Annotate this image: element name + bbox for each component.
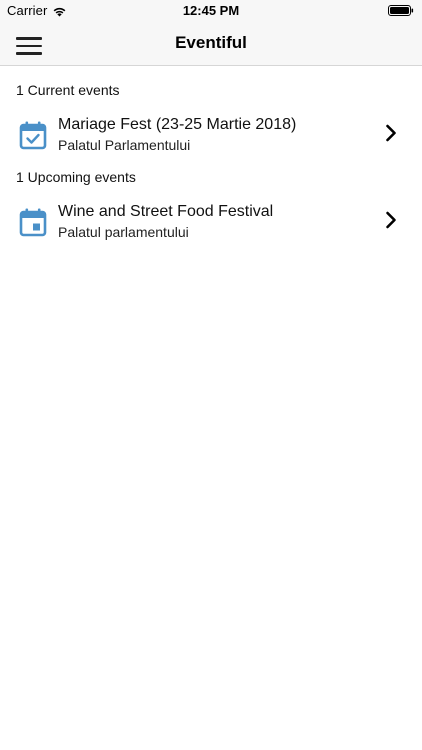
section-header-upcoming: 1 Upcoming events <box>16 169 136 185</box>
calendar-check-icon <box>19 121 47 150</box>
section-header-current: 1 Current events <box>16 82 120 98</box>
chevron-right-icon <box>386 124 396 142</box>
list-item-event-mariage-fest[interactable]: Mariage Fest (23-25 Martie 2018) Palatul… <box>0 116 422 168</box>
event-title: Mariage Fest (23-25 Martie 2018) <box>58 116 297 133</box>
event-location: Palatul parlamentului <box>58 224 189 240</box>
battery-icon <box>388 5 414 16</box>
event-title: Wine and Street Food Festival <box>58 203 274 220</box>
navigation-bar: Eventiful <box>0 22 422 66</box>
calendar-today-icon <box>19 208 47 237</box>
list-item-event-wine-festival[interactable]: Wine and Street Food Festival Palatul pa… <box>0 203 422 255</box>
status-bar: Carrier 12:45 PM <box>0 0 422 22</box>
status-time: 12:45 PM <box>182 3 240 18</box>
event-location: Palatul Parlamentului <box>58 137 191 153</box>
chevron-right-icon <box>386 211 396 229</box>
page-title: Eventiful <box>175 33 247 52</box>
